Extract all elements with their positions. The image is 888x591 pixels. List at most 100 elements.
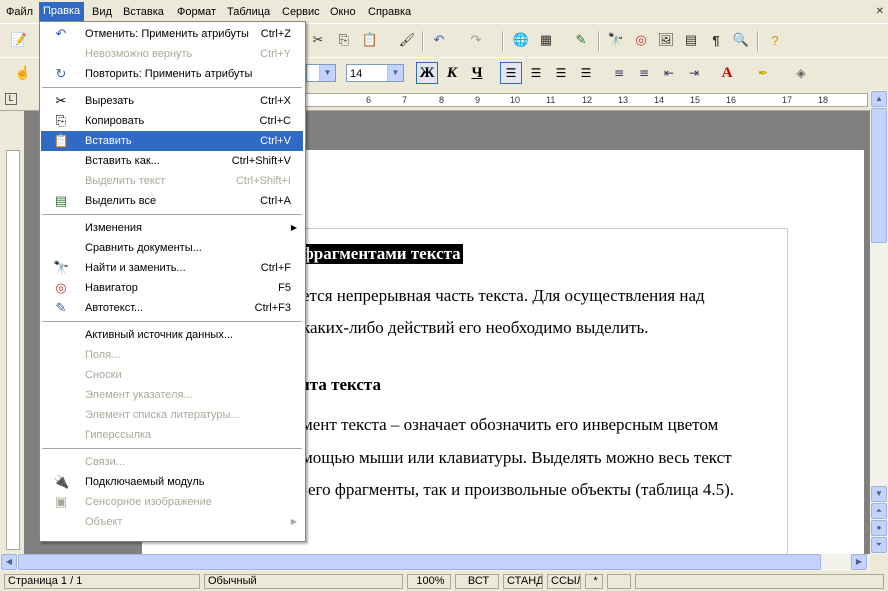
vertical-ruler-scale[interactable] xyxy=(6,150,20,550)
status-selection-mode[interactable]: СТАНД xyxy=(503,574,543,589)
scroll-thumb[interactable] xyxy=(18,554,821,570)
menu-window[interactable]: Окно xyxy=(326,4,360,20)
underline-button[interactable]: Ч xyxy=(466,62,488,84)
chevron-down-icon[interactable]: ▼ xyxy=(319,65,335,81)
select-all-icon: ▤ xyxy=(54,193,68,208)
background-color-icon[interactable]: ◈ xyxy=(790,62,812,84)
italic-button[interactable]: К xyxy=(441,62,463,84)
ruler-mark: 7 xyxy=(402,95,408,105)
menu-item[interactable]: ▤ Выделить все Ctrl+A xyxy=(41,191,303,211)
zoom-icon[interactable]: 🔍 xyxy=(730,29,752,51)
undo-icon[interactable]: ↶ xyxy=(428,29,450,51)
doc-text-line[interactable]: каких-либо действий его необходимо выдел… xyxy=(302,318,649,338)
scroll-up-icon[interactable]: ▲ xyxy=(871,91,887,107)
navigator-icon[interactable]: ◎ xyxy=(630,29,652,51)
bullets-button[interactable]: ≡ xyxy=(633,62,655,84)
status-style[interactable]: Обычный xyxy=(204,574,403,589)
close-document-icon[interactable]: ✕ xyxy=(876,6,884,17)
gallery-icon[interactable]: 🖼 xyxy=(655,29,677,51)
scroll-right-icon[interactable]: ▶ xyxy=(851,554,867,570)
ruler-scale[interactable]: 6 7 8 9 10 11 12 13 14 15 16 17 18 xyxy=(303,93,868,107)
font-name-combo[interactable]: ▼ xyxy=(306,64,336,82)
status-insert-mode[interactable]: ВСТ xyxy=(455,574,499,589)
menu-format[interactable]: Формат xyxy=(173,4,220,20)
scroll-left-icon[interactable]: ◀ xyxy=(1,554,17,570)
vertical-scrollbar[interactable]: ▲ ▼ ⏶ ● ⏷ xyxy=(870,90,888,554)
doc-text-line[interactable]: мощью мыши или клавиатуры. Выделять можн… xyxy=(302,448,732,468)
menu-item[interactable]: ↶ Отменить: Применить атрибуты Ctrl+Z xyxy=(41,24,303,44)
justify-button[interactable]: ☰ xyxy=(575,62,597,84)
autotext-icon: ✎ xyxy=(55,300,67,315)
status-hyperlink-mode[interactable]: ССЫЛ xyxy=(547,574,581,589)
menu-table[interactable]: Таблица xyxy=(223,4,274,20)
menu-item[interactable]: Изменения ▶ xyxy=(41,218,303,238)
status-signature xyxy=(607,574,631,589)
menu-item[interactable]: ✎ Автотекст... Ctrl+F3 xyxy=(41,298,303,318)
menu-item: Сноски xyxy=(41,365,303,385)
menu-item[interactable]: Сравнить документы... xyxy=(41,238,303,258)
menu-item-shortcut: Ctrl+Shift+I xyxy=(235,175,291,187)
doc-heading-selected[interactable]: фрагментами текста xyxy=(300,244,463,264)
status-object-info xyxy=(635,574,884,589)
doc-heading[interactable]: нта текста xyxy=(300,375,381,395)
increase-indent-button[interactable]: ⇥ xyxy=(683,62,705,84)
data-sources-icon[interactable]: ▤ xyxy=(680,29,702,51)
navigation-icon[interactable]: ● xyxy=(871,520,887,536)
next-page-icon[interactable]: ⏷ xyxy=(871,537,887,553)
menu-help[interactable]: Справка xyxy=(364,4,415,20)
menu-tools[interactable]: Сервис xyxy=(278,4,324,20)
clone-formatting-icon[interactable]: 🖌 xyxy=(396,29,418,51)
numbering-button[interactable]: ≡ xyxy=(608,62,630,84)
menu-view[interactable]: Вид xyxy=(88,4,116,20)
bold-button[interactable]: Ж xyxy=(416,62,438,84)
menu-item[interactable]: 🔭 Найти и заменить... Ctrl+F xyxy=(41,258,303,278)
horizontal-scrollbar[interactable]: ◀ ▶ xyxy=(0,554,870,571)
paste-icon[interactable]: 📋 xyxy=(359,29,381,51)
menu-item[interactable]: ⎘ Копировать Ctrl+C xyxy=(41,111,303,131)
menu-item-shortcut: Ctrl+Shift+V xyxy=(231,155,291,167)
menu-item[interactable]: Вставить как... Ctrl+Shift+V xyxy=(41,151,303,171)
menu-item[interactable]: ✂ Вырезать Ctrl+X xyxy=(41,91,303,111)
ruler-mark: 16 xyxy=(726,95,737,105)
table-icon[interactable]: ▦ xyxy=(535,29,557,51)
menu-item-label: Выделить текст xyxy=(85,175,166,187)
previous-page-icon[interactable]: ⏶ xyxy=(871,503,887,519)
doc-text-line[interactable]: мент текста – означает обозначить его ин… xyxy=(302,415,718,435)
draw-icon[interactable]: ✎ xyxy=(570,29,592,51)
menu-file[interactable]: Файл xyxy=(2,4,37,20)
decrease-indent-button[interactable]: ⇤ xyxy=(658,62,680,84)
copy-icon[interactable]: ⎘ xyxy=(333,29,355,51)
chevron-down-icon[interactable]: ▼ xyxy=(387,65,403,81)
nonprinting-chars-icon[interactable]: ¶ xyxy=(705,29,727,51)
highlight-icon[interactable]: ✒ xyxy=(752,62,774,84)
menu-edit[interactable]: Правка xyxy=(39,2,85,21)
menu-item-label: Поля... xyxy=(85,349,121,361)
menu-item[interactable]: ◎ Навигатор F5 xyxy=(41,278,303,298)
align-center-button[interactable]: ☰ xyxy=(525,62,547,84)
menu-item[interactable]: 📋 Вставить Ctrl+V xyxy=(41,131,303,151)
font-size-combo[interactable]: 14 ▼ xyxy=(346,64,404,82)
help-icon[interactable]: ? xyxy=(764,29,786,51)
redo-icon[interactable]: ↷ xyxy=(465,29,487,51)
cut-icon[interactable]: ✂ xyxy=(307,29,329,51)
menu-item[interactable]: ↻ Повторить: Применить атрибуты xyxy=(41,64,303,84)
scroll-down-icon[interactable]: ▼ xyxy=(871,486,887,502)
menu-insert[interactable]: Вставка xyxy=(119,4,168,20)
doc-text-line[interactable]: ется непрерывная часть текста. Для осуще… xyxy=(302,286,705,306)
status-zoom[interactable]: 100% xyxy=(407,574,451,589)
align-right-button[interactable]: ☰ xyxy=(550,62,572,84)
doc-text-line[interactable]: его фрагменты, так и произвольные объект… xyxy=(308,480,734,500)
align-left-button[interactable]: ☰ xyxy=(500,62,522,84)
menu-item: Связи... xyxy=(41,452,303,472)
hyperlink-icon[interactable]: 🌐 xyxy=(510,29,532,51)
menu-item[interactable]: 🔌 Подключаемый модуль xyxy=(41,472,303,492)
tab-type-icon[interactable]: L xyxy=(5,93,17,105)
edit-file-icon[interactable]: 📝 xyxy=(8,29,30,51)
font-color-icon[interactable]: A xyxy=(716,62,738,84)
menu-item[interactable]: Активный источник данных... xyxy=(41,325,303,345)
styles-icon[interactable]: ☝ xyxy=(12,62,34,84)
menu-item-label: Элемент списка литературы... xyxy=(85,409,240,421)
binoculars-icon: 🔭 xyxy=(53,260,70,275)
find-icon[interactable]: 🔭 xyxy=(605,29,627,51)
scroll-thumb[interactable] xyxy=(871,108,887,243)
